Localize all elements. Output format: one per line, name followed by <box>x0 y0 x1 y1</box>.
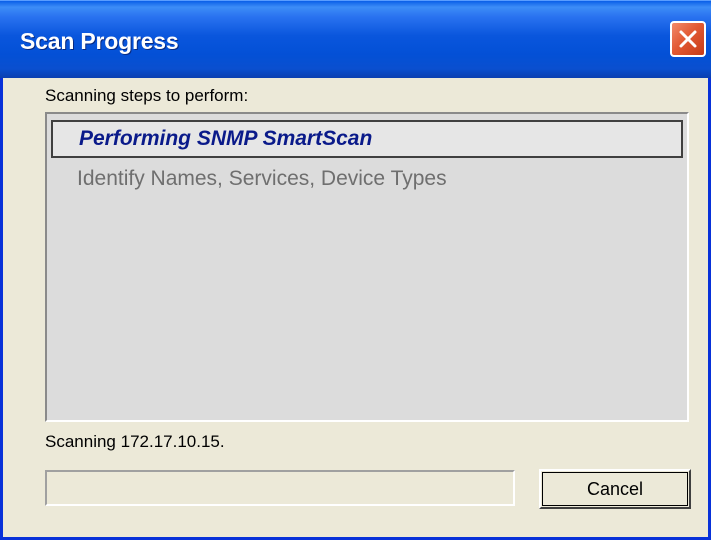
title-bar[interactable]: Scan Progress <box>0 0 711 78</box>
list-item-pending-step[interactable]: Identify Names, Services, Device Types <box>51 161 683 199</box>
steps-label: Scanning steps to perform: <box>45 86 249 105</box>
scan-progress-dialog: Scan Progress Scanning steps to perform:… <box>0 0 711 540</box>
dialog-body: Scanning steps to perform: Performing SN… <box>3 78 708 537</box>
list-item-active-step[interactable]: Performing SNMP SmartScan <box>51 120 683 158</box>
steps-list[interactable]: Performing SNMP SmartScan Identify Names… <box>45 112 689 422</box>
scan-progress-bar <box>45 470 515 506</box>
cancel-button[interactable]: Cancel <box>539 469 691 509</box>
window-title: Scan Progress <box>20 28 179 54</box>
close-x-icon <box>679 30 697 48</box>
scan-status-text: Scanning 172.17.10.15. <box>45 432 225 451</box>
close-button[interactable] <box>670 21 706 57</box>
